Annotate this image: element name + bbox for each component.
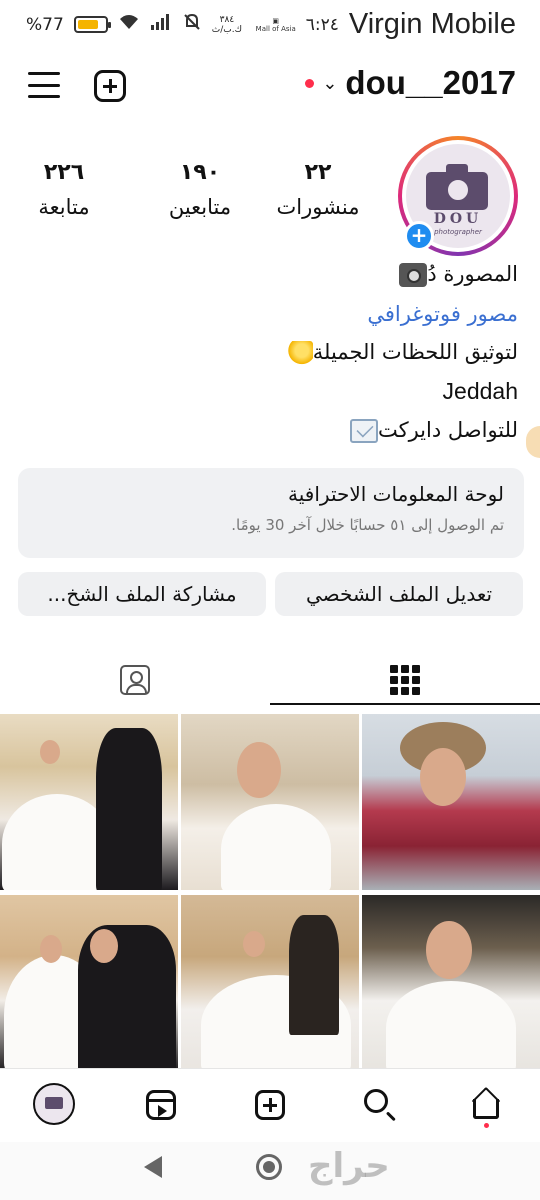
bio-line: للتواصل دايركت — [349, 418, 518, 443]
profile-name: المصورة دُ — [399, 262, 518, 287]
profile-tabs — [0, 655, 540, 705]
tagged-person-icon — [120, 665, 150, 695]
stat-posts[interactable]: ٢٢ منشورات — [258, 160, 378, 219]
profile-category: مصور فوتوغرافي — [367, 302, 518, 326]
following-count: ٢٢٦ — [43, 160, 85, 185]
nav-create[interactable] — [248, 1083, 292, 1127]
status-right: ▣ Mall of Asia ٦:٢٤ Virgin Mobile — [256, 8, 516, 41]
system-navigation: حراج — [0, 1142, 540, 1200]
post-thumbnail[interactable] — [362, 895, 540, 1071]
create-icon — [255, 1090, 285, 1120]
edge-panel-handle[interactable] — [526, 426, 540, 458]
system-home-icon[interactable] — [256, 1154, 282, 1180]
dizzy-star-icon — [284, 341, 313, 365]
reels-icon — [146, 1090, 176, 1120]
status-left: %77 ٣٨٤ ك.ب/ث — [26, 12, 242, 37]
notification-dot — [305, 78, 315, 88]
active-tab-indicator — [270, 703, 540, 705]
menu-icon[interactable] — [28, 72, 60, 98]
mall-icon: ▣ Mall of Asia — [255, 16, 296, 33]
chevron-down-icon: ⌄ — [322, 72, 338, 94]
back-icon[interactable] — [144, 1156, 162, 1178]
followers-count: ١٩٠ — [179, 160, 221, 185]
watermark: حراج — [308, 1146, 390, 1186]
post-thumbnail[interactable] — [0, 714, 178, 890]
nav-search[interactable] — [356, 1083, 400, 1127]
username: dou__2017 — [345, 64, 516, 101]
envelope-icon — [349, 419, 378, 443]
mute-icon — [182, 12, 202, 37]
post-thumbnail[interactable] — [181, 714, 359, 890]
grid-icon — [390, 665, 420, 695]
tab-grid[interactable] — [270, 655, 540, 705]
status-bar: %77 ٣٨٤ ك.ب/ث ▣ Mall of Asia ٦:٢٤ Virgin M… — [0, 0, 540, 52]
nav-profile[interactable] — [33, 1083, 77, 1127]
posts-grid — [0, 714, 540, 1071]
home-icon-body — [473, 1099, 499, 1119]
notification-dot — [484, 1123, 489, 1128]
battery-text: %77 — [26, 14, 64, 35]
posts-count: ٢٢ — [304, 160, 332, 185]
bottom-navigation — [0, 1068, 540, 1142]
posts-label: منشورات — [276, 195, 360, 219]
edit-profile-button[interactable]: تعديل الملف الشخصي — [275, 572, 523, 616]
stat-followers[interactable]: ١٩٠ متابعين — [140, 160, 260, 219]
profile-avatar-icon — [33, 1083, 75, 1125]
network-speed: ٣٨٤ ك.ب/ث — [211, 14, 243, 35]
nav-home[interactable] — [464, 1083, 508, 1128]
nav-reels[interactable] — [139, 1083, 183, 1127]
followers-label: متابعين — [168, 195, 232, 219]
carrier-name: Virgin Mobile — [348, 8, 516, 40]
professional-dashboard[interactable]: لوحة المعلومات الاحترافية تم الوصول إلى … — [18, 468, 524, 558]
add-story-plus-icon[interactable]: + — [404, 221, 434, 251]
search-icon — [364, 1089, 388, 1113]
bio-line: لتوثيق اللحظات الجميلة — [284, 340, 518, 365]
dashboard-title: لوحة المعلومات الاحترافية — [288, 482, 504, 506]
tab-tagged[interactable] — [0, 655, 270, 705]
bio-location: Jeddah — [442, 378, 518, 404]
battery-icon — [73, 16, 111, 33]
profile-header: ⌄ dou__2017 — [0, 60, 540, 112]
signal-icon — [150, 13, 172, 36]
camera-flash-icon — [399, 263, 428, 287]
post-thumbnail[interactable] — [0, 895, 178, 1071]
post-thumbnail[interactable] — [362, 714, 540, 890]
post-thumbnail[interactable] — [181, 895, 359, 1071]
create-icon[interactable] — [94, 70, 126, 102]
following-label: متابعة — [38, 195, 90, 219]
dashboard-subtitle: تم الوصول إلى ٥١ حسابًا خلال آخر 30 يومً… — [231, 516, 504, 534]
clock: ٦:٢٤ — [305, 14, 339, 35]
account-switcher[interactable]: ⌄ dou__2017 — [305, 64, 516, 102]
wifi-icon — [118, 13, 140, 36]
share-profile-button[interactable]: مشاركة الملف الشخ... — [18, 572, 266, 616]
stat-following[interactable]: ٢٢٦ متابعة — [8, 160, 120, 219]
